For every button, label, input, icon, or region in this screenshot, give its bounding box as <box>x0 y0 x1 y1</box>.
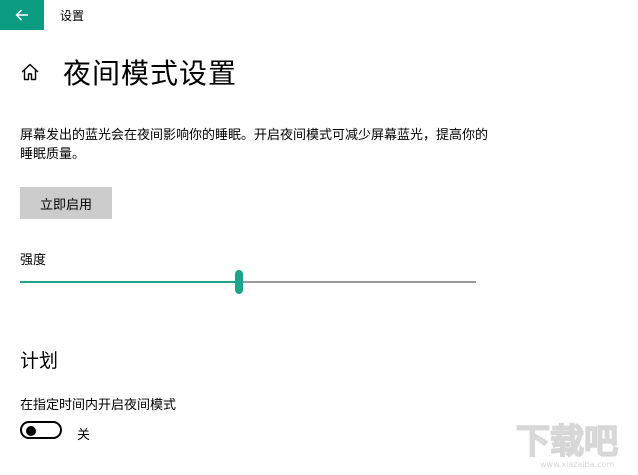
schedule-toggle-label: 在指定时间内开启夜间模式 <box>20 398 177 413</box>
enable-now-button[interactable]: 立即启用 <box>20 187 112 219</box>
page-title: 夜间模式设置 <box>63 57 238 90</box>
schedule-section-title: 计划 <box>20 350 59 372</box>
watermark-logo: 下载吧 www.xiazaiba.com <box>515 421 619 469</box>
home-icon[interactable] <box>19 61 41 83</box>
strength-label: 强度 <box>20 253 47 268</box>
slider-track-rest <box>239 281 476 283</box>
app-title: 设置 <box>60 9 85 23</box>
strength-slider[interactable] <box>20 270 476 296</box>
toggle-knob <box>26 426 36 436</box>
arrow-left-icon <box>15 9 28 21</box>
title-bar: 设置 <box>0 0 638 30</box>
back-button[interactable] <box>0 0 44 30</box>
slider-thumb[interactable] <box>235 270 243 294</box>
svg-text:下载吧: 下载吧 <box>516 422 618 462</box>
night-mode-description: 屏幕发出的蓝光会在夜间影响你的睡眠。开启夜间模式可减少屏幕蓝光，提高你的睡眠质量… <box>20 128 489 162</box>
schedule-toggle[interactable] <box>20 421 62 439</box>
settings-page: 设置 夜间模式设置 屏幕发出的蓝光会在夜间影响你的睡眠。开启夜间模式可减少屏幕蓝… <box>0 0 638 475</box>
slider-track-filled <box>20 281 239 283</box>
toggle-state-text: 关 <box>77 428 91 443</box>
svg-text:www.xiazaiba.com: www.xiazaiba.com <box>540 460 614 469</box>
